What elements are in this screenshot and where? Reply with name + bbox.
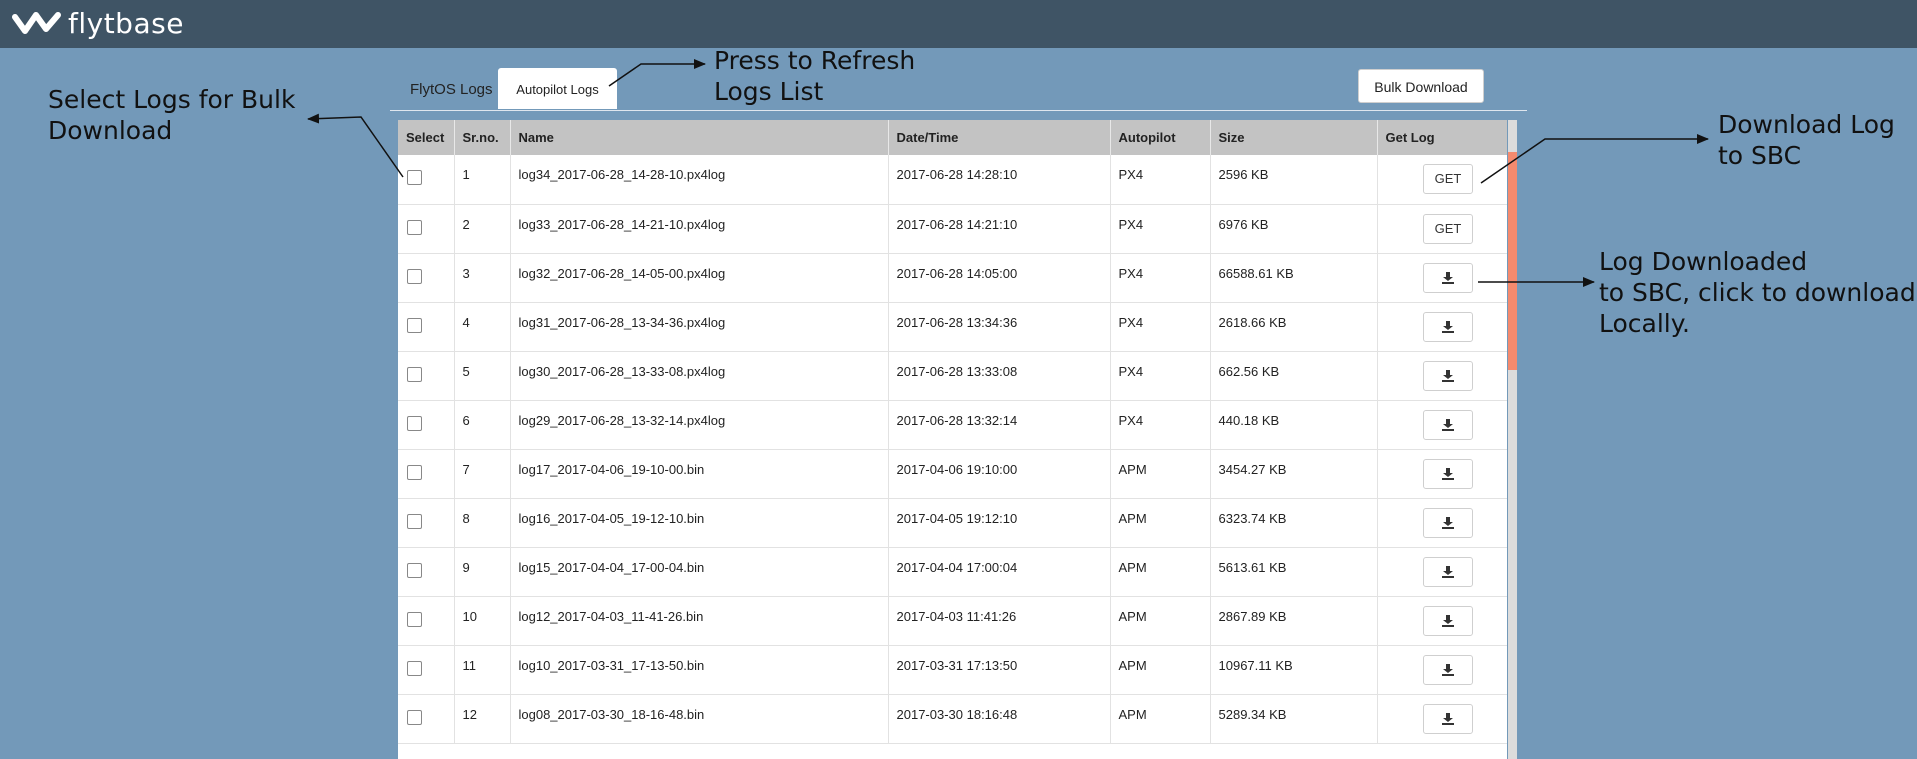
- arrow-download-to-sbc: [1480, 134, 1709, 184]
- arrow-select-logs: [307, 113, 404, 178]
- annotation-arrows: [307, 59, 1709, 287]
- arrow-refresh: [608, 59, 706, 87]
